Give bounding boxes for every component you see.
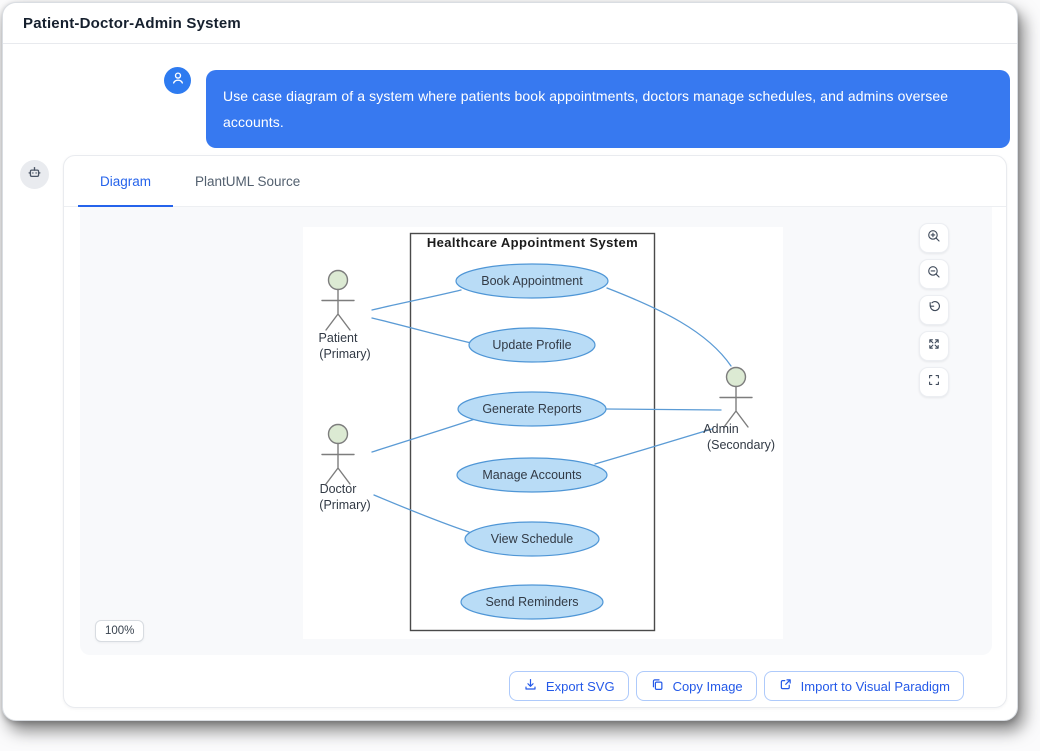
diagram-canvas[interactable]: Healthcare Appointment System — [303, 227, 783, 639]
system-title: Healthcare Appointment System — [427, 235, 638, 250]
copy-icon — [650, 677, 665, 695]
card-footer: Export SVG Copy Image — [509, 671, 964, 701]
copy-image-label: Copy Image — [673, 679, 743, 694]
page-title: Patient-Doctor-Admin System — [23, 15, 241, 32]
tab-diagram[interactable]: Diagram — [78, 156, 173, 206]
reset-icon — [926, 300, 942, 321]
usecase-book-appointment-label: Book Appointment — [481, 274, 583, 288]
external-link-icon — [778, 677, 793, 695]
usecase-generate-reports-label: Generate Reports — [482, 402, 581, 416]
tab-plantuml-source[interactable]: PlantUML Source — [173, 156, 322, 206]
person-icon — [170, 70, 186, 91]
fullscreen-button[interactable] — [919, 367, 949, 397]
fit-to-screen-button[interactable] — [919, 331, 949, 361]
tab-plantuml-source-label: PlantUML Source — [195, 174, 300, 189]
diagram-card: Diagram PlantUML Source Healthcare Appoi… — [63, 155, 1007, 708]
expand-arrows-icon — [926, 336, 942, 357]
zoom-out-button[interactable] — [919, 259, 949, 289]
actor-doctor-name: Doctor — [320, 482, 357, 496]
user-message-bubble: Use case diagram of a system where patie… — [206, 70, 1010, 148]
usecase-diagram: Healthcare Appointment System — [303, 227, 783, 639]
zoom-level-badge: 100% — [95, 620, 144, 642]
tab-bar: Diagram PlantUML Source — [64, 156, 1006, 207]
app-window: Patient-Doctor-Admin System Use case dia… — [2, 2, 1018, 721]
export-svg-label: Export SVG — [546, 679, 615, 694]
user-avatar — [164, 67, 191, 94]
actor-doctor-role: (Primary) — [319, 498, 370, 512]
usecase-send-reminders-label: Send Reminders — [485, 595, 578, 609]
diagram-viewport: Healthcare Appointment System — [80, 207, 992, 655]
download-icon — [523, 677, 538, 695]
fullscreen-icon — [926, 372, 942, 393]
app-header: Patient-Doctor-Admin System — [3, 3, 1017, 44]
actor-patient-role: (Primary) — [319, 347, 370, 361]
tab-diagram-label: Diagram — [100, 174, 151, 189]
export-svg-button[interactable]: Export SVG — [509, 671, 629, 701]
usecase-view-schedule-label: View Schedule — [491, 532, 574, 546]
actor-doctor — [322, 425, 354, 485]
bot-avatar — [20, 160, 49, 189]
actor-patient-name: Patient — [319, 331, 358, 345]
actor-admin — [720, 368, 752, 428]
zoom-out-icon — [926, 264, 942, 285]
usecase-manage-accounts-label: Manage Accounts — [482, 468, 581, 482]
actor-admin-name: Admin — [703, 422, 738, 436]
usecase-update-profile-label: Update Profile — [492, 338, 571, 352]
reset-view-button[interactable] — [919, 295, 949, 325]
copy-image-button[interactable]: Copy Image — [636, 671, 757, 701]
import-to-visual-paradigm-button[interactable]: Import to Visual Paradigm — [764, 671, 964, 701]
actor-patient — [322, 271, 354, 331]
zoom-controls — [919, 223, 949, 397]
actor-admin-role: (Secondary) — [707, 438, 775, 452]
screen: Patient-Doctor-Admin System Use case dia… — [0, 0, 1040, 751]
zoom-in-button[interactable] — [919, 223, 949, 253]
import-to-visual-paradigm-label: Import to Visual Paradigm — [801, 679, 950, 694]
robot-icon — [26, 164, 43, 186]
zoom-in-icon — [926, 228, 942, 249]
